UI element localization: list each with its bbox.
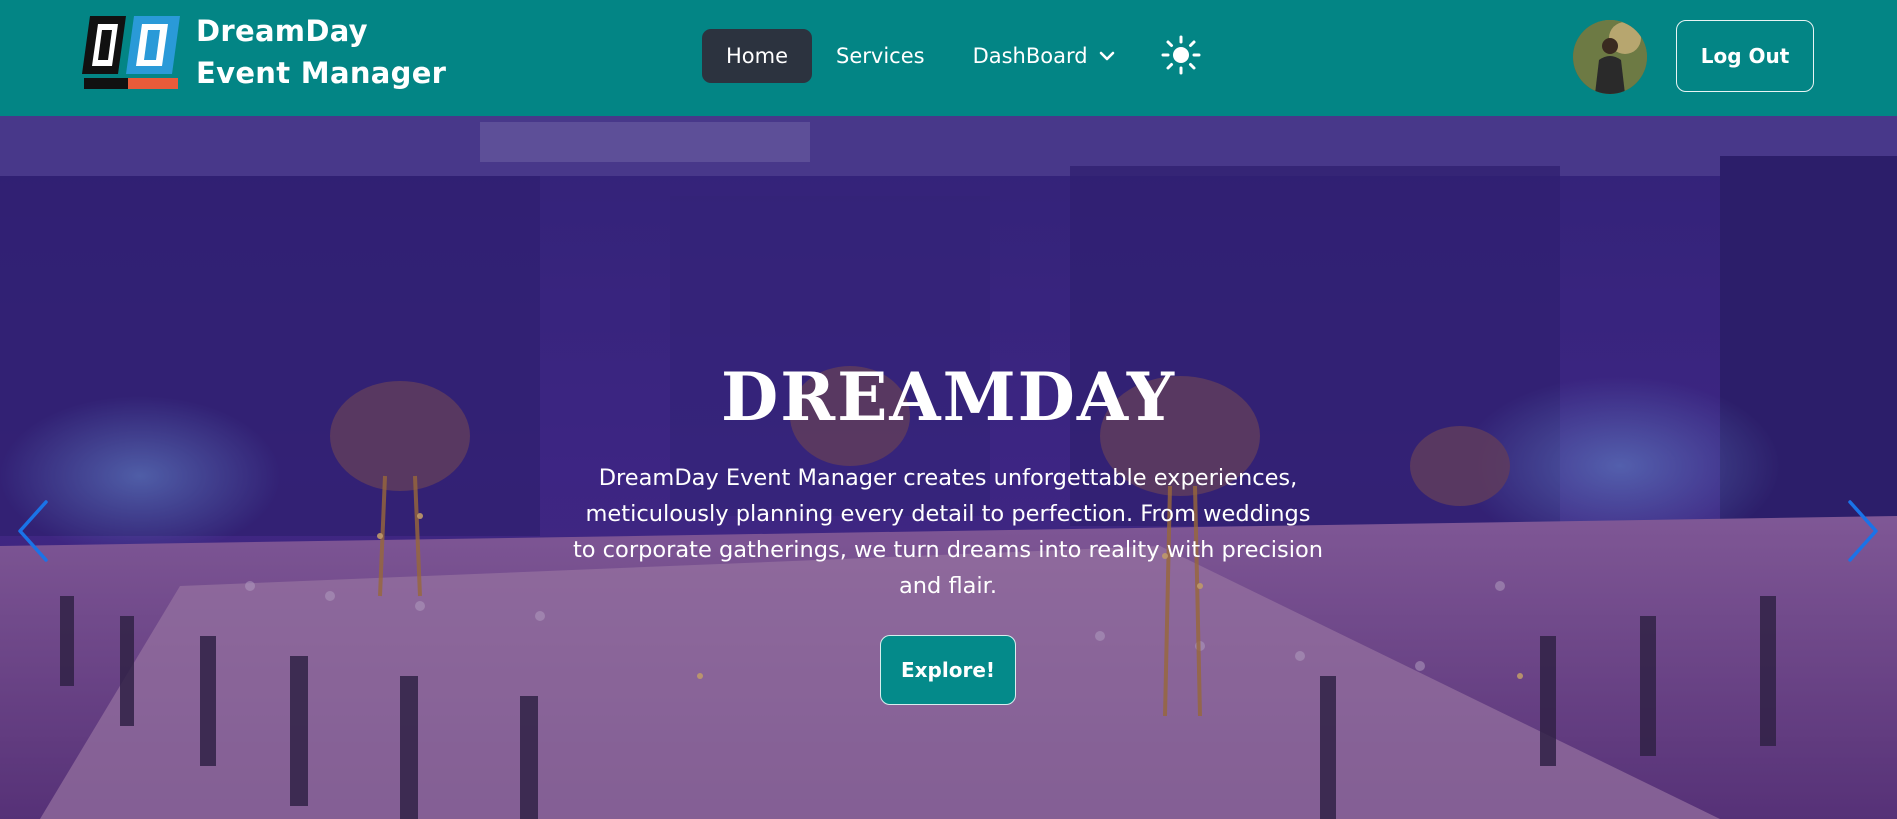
hero-description: DreamDay Event Manager creates unforgett… [572, 465, 1324, 599]
logout-button[interactable]: Log Out [1676, 20, 1814, 92]
nav-dashboard-label: DashBoard [972, 44, 1088, 68]
nav-home[interactable]: Home [702, 29, 813, 83]
hero-title: DREAMDAY [721, 358, 1176, 436]
nav-services-label: Services [836, 44, 925, 68]
sun-icon[interactable] [1161, 35, 1201, 75]
nav-dashboard-dropdown[interactable]: DashBoard [949, 29, 1126, 83]
user-avatar[interactable] [1573, 20, 1647, 94]
hero-carousel: DREAMDAY DreamDay Event Manager creates … [0, 116, 1897, 819]
dreamday-logo[interactable] [82, 12, 180, 91]
brand-name[interactable]: DreamDay Event Manager [196, 10, 446, 94]
brand-line-1: DreamDay [196, 14, 368, 48]
avatar-image [1573, 20, 1647, 94]
nav-home-label: Home [726, 44, 789, 68]
main-nav: Home Services DashBoard [702, 29, 1126, 83]
chevron-left-icon[interactable] [14, 496, 54, 566]
chevron-right-icon[interactable] [1842, 496, 1882, 566]
explore-button[interactable]: Explore! [880, 635, 1016, 705]
chevron-down-icon [1099, 51, 1114, 61]
nav-services[interactable]: Services [812, 29, 949, 83]
brand-line-2: Event Manager [196, 56, 447, 90]
navbar: DreamDay Event Manager Home Services Das… [0, 0, 1897, 116]
